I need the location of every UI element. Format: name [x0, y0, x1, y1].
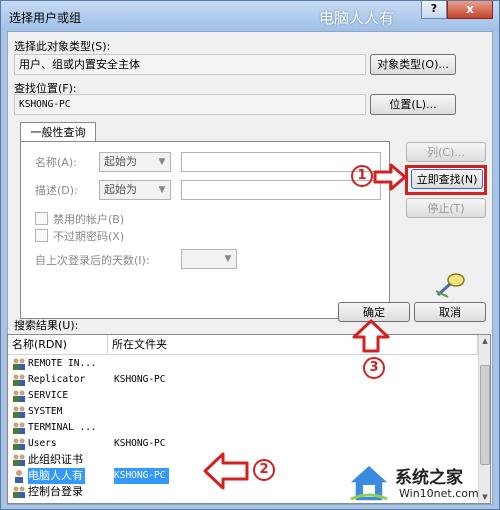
user-group-icon	[13, 406, 25, 418]
row-name: Replicator	[28, 374, 86, 385]
description-mode-value: 起始为	[104, 183, 137, 196]
common-queries-panel: 名称(A): 起始为 ▼ 描述(D): 起始为 ▼ 禁用的帐户(B) 不过期密码…	[20, 141, 390, 319]
cancel-button[interactable]: 取消	[414, 302, 486, 322]
table-row[interactable]: Replicator KSHONG-PC	[8, 372, 478, 388]
user-group-icon	[13, 486, 25, 498]
table-row[interactable]: Users KSHONG-PC	[8, 436, 478, 452]
name-mode-value: 起始为	[104, 155, 137, 168]
row-name: SYSTEM	[28, 406, 63, 417]
row-folder	[114, 452, 118, 468]
stop-button[interactable]: 停止(T)	[406, 198, 486, 218]
row-folder: KSHONG-PC	[114, 468, 170, 484]
step-3-marker: 3	[363, 357, 385, 379]
brand-url: Win10net.com	[399, 487, 479, 500]
tab-common-queries[interactable]: 一般性查询	[20, 122, 96, 142]
non-expiring-password-checkbox[interactable]	[35, 229, 48, 242]
row-name: 控制台登录	[28, 485, 83, 498]
search-magnifier-icon	[435, 273, 465, 298]
row-name: TERMINAL ...	[28, 422, 97, 433]
name-input[interactable]	[181, 152, 381, 172]
column-header-folder[interactable]: 所在文件夹	[108, 335, 478, 355]
location-field: KSHONG-PC	[14, 94, 366, 115]
disabled-accounts-label: 禁用的帐户(B)	[53, 213, 125, 226]
user-icon	[15, 470, 23, 483]
window-title: 选择用户或组	[9, 11, 82, 25]
row-name: REMOTE IN...	[28, 358, 97, 369]
brand-logo-icon	[347, 463, 391, 502]
columns-button[interactable]: 列(C)...	[406, 142, 486, 162]
object-type-label: 选择此对象类型(S):	[14, 40, 111, 53]
object-types-button[interactable]: 对象类型(O)...	[370, 54, 456, 75]
row-folder: KSHONG-PC	[114, 374, 166, 385]
arrow-up-icon	[352, 319, 390, 353]
arrow-left-icon	[203, 452, 249, 490]
row-name: SERVICE	[28, 390, 69, 401]
site-brand-watermark: 系统之家 Win10net.com	[347, 459, 497, 507]
user-group-icon	[13, 358, 25, 370]
days-since-logon-select[interactable]: ▼	[181, 249, 237, 269]
user-group-icon	[13, 422, 25, 434]
row-name: 电脑人人有	[28, 468, 85, 484]
locations-button[interactable]: 位置(L)...	[370, 94, 456, 115]
find-now-highlight	[405, 165, 487, 195]
user-group-icon	[13, 390, 25, 402]
row-folder: KSHONG-PC	[114, 438, 166, 449]
table-row[interactable]: SERVICE	[8, 388, 478, 404]
step-1-marker: 1	[351, 165, 373, 187]
user-group-icon	[13, 374, 25, 386]
table-row[interactable]: TERMINAL ...	[8, 420, 478, 436]
user-group-icon	[13, 454, 25, 466]
dialog-window: 选择用户或组 电脑人人有 ? x 选择此对象类型(S): 用户、组或内置安全主体…	[0, 0, 500, 510]
description-label: 描述(D):	[35, 184, 78, 197]
description-mode-select[interactable]: 起始为 ▼	[99, 180, 171, 200]
user-group-icon	[13, 438, 25, 450]
description-input[interactable]	[181, 180, 381, 200]
name-label: 名称(A):	[35, 156, 77, 169]
row-folder	[114, 404, 118, 420]
brand-name: 系统之家	[395, 468, 463, 488]
table-row[interactable]: SYSTEM	[8, 404, 478, 420]
row-folder	[114, 356, 118, 372]
table-row[interactable]: REMOTE IN...	[8, 356, 478, 372]
row-name: Users	[28, 438, 57, 449]
row-folder	[114, 484, 118, 500]
title-bar[interactable]: 选择用户或组 电脑人人有 ? x	[1, 1, 499, 31]
name-mode-select[interactable]: 起始为 ▼	[99, 152, 171, 172]
object-type-field: 用户、组或内置安全主体	[14, 54, 366, 75]
arrow-right-icon	[373, 163, 407, 191]
chevron-down-icon: ▼	[158, 157, 166, 167]
disabled-accounts-checkbox[interactable]	[35, 212, 48, 225]
chevron-down-icon: ▼	[224, 254, 232, 264]
step-2-marker: 2	[253, 459, 275, 481]
help-button[interactable]: ?	[421, 1, 447, 19]
row-name: 此组织证书	[28, 453, 83, 466]
scrollbar-thumb[interactable]	[480, 365, 490, 465]
non-expiring-password-label: 不过期密码(X)	[53, 230, 125, 243]
watermark-text: 电脑人人有	[319, 9, 395, 27]
row-folder	[114, 420, 118, 436]
search-results-label: 搜索结果(U):	[14, 319, 79, 332]
column-header-name[interactable]: 名称(RDN)	[8, 335, 108, 355]
days-since-logon-label: 自上次登录后的天数(I):	[35, 254, 150, 267]
row-folder	[114, 388, 118, 404]
close-button[interactable]: x	[447, 1, 493, 19]
scroll-up-icon[interactable]: ▲	[479, 335, 490, 347]
chevron-down-icon: ▼	[158, 185, 166, 195]
